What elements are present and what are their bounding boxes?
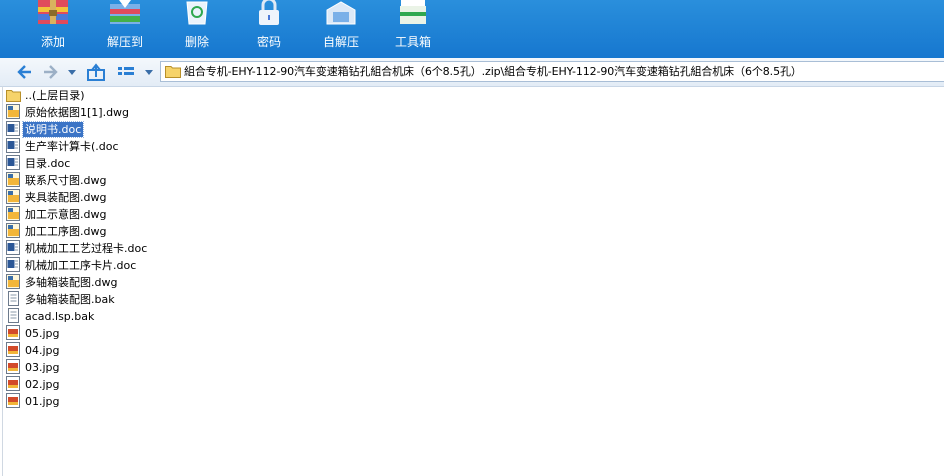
self-extract-icon	[326, 1, 356, 25]
doc-file-icon	[6, 155, 20, 170]
file-name: 目录.doc	[25, 157, 71, 170]
file-name: 02.jpg	[25, 378, 60, 391]
file-name: 多轴箱装配图.bak	[25, 293, 115, 306]
file-name: 01.jpg	[25, 395, 60, 408]
path-field[interactable]: 組合专机-EHY-112-90汽车变速箱钻孔組合机床（6个8.5孔）.zip\組…	[160, 61, 944, 82]
toolbox-icon	[400, 0, 426, 24]
file-name: 联系尺寸图.dwg	[25, 174, 107, 187]
file-name: 04.jpg	[25, 344, 60, 357]
toolbox-button[interactable]: 工具箱	[377, 0, 449, 58]
jpg-file-icon	[6, 393, 20, 408]
dwg-file-icon	[6, 223, 20, 238]
file-name: 生产率计算卡(.doc	[25, 140, 119, 153]
toolbox-button-label: 工具箱	[394, 35, 431, 49]
jpg-file-icon	[6, 342, 20, 357]
folder-icon	[165, 66, 181, 78]
view-dropdown-icon[interactable]	[143, 62, 155, 82]
file-name: 05.jpg	[25, 327, 60, 340]
password-button[interactable]: 密码	[233, 0, 305, 58]
file-name: 03.jpg	[25, 361, 60, 374]
file-name: ..(上层目录)	[25, 89, 85, 102]
history-dropdown-icon[interactable]	[66, 62, 78, 82]
file-list: ..(上层目录) 原始依据图1[1].dwg 说明书.doc 生产率计算卡(.doc 目…	[0, 86, 944, 476]
jpg-file-icon	[6, 325, 20, 340]
file-name: 夹具装配图.dwg	[25, 191, 107, 204]
dwg-file-icon	[6, 172, 20, 187]
path-text: 組合专机-EHY-112-90汽车变速箱钻孔組合机床（6个8.5孔）.zip\組…	[184, 65, 802, 78]
forward-arrow-icon[interactable]	[41, 62, 59, 82]
dwg-file-icon	[6, 274, 20, 289]
address-bar: 組合专机-EHY-112-90汽车变速箱钻孔組合机床（6个8.5孔）.zip\組…	[0, 58, 944, 87]
bak-file-icon	[8, 308, 19, 323]
file-name: 多轴箱装配图.dwg	[25, 276, 118, 289]
back-arrow-icon[interactable]	[16, 62, 34, 82]
file-name: 机械加工工艺过程卡.doc	[25, 242, 148, 255]
self-extract-button[interactable]: 自解压	[305, 0, 377, 58]
up-folder-icon[interactable]	[86, 62, 106, 82]
doc-file-icon	[6, 257, 20, 272]
dwg-file-icon	[6, 206, 20, 221]
view-mode-icon[interactable]	[116, 62, 136, 82]
file-name: 加工工序图.dwg	[25, 225, 107, 238]
bak-file-icon	[8, 291, 19, 306]
file-name: 机械加工工序卡片.doc	[25, 259, 137, 272]
self-extract-button-label: 自解压	[322, 35, 359, 49]
file-name: 加工示意图.dwg	[25, 208, 107, 221]
dwg-file-icon	[6, 189, 20, 204]
add-button[interactable]: 添加	[17, 0, 89, 58]
file-name: 原始依据图1[1].dwg	[25, 106, 130, 119]
file-name: acad.lsp.bak	[25, 310, 95, 323]
doc-file-icon	[6, 138, 20, 153]
parent-folder-icon	[6, 90, 21, 102]
extract-button[interactable]: 解压到	[89, 0, 161, 58]
extract-icon	[110, 0, 140, 24]
jpg-file-icon	[6, 359, 20, 374]
doc-file-icon	[6, 240, 20, 255]
dwg-file-icon	[6, 104, 20, 119]
password-button-label: 密码	[256, 35, 281, 49]
jpg-file-icon	[6, 376, 20, 391]
delete-button-label: 删除	[184, 35, 209, 49]
recycle-bin-icon	[186, 1, 208, 25]
add-button-label: 添加	[40, 35, 65, 49]
lock-icon	[259, 0, 279, 25]
main-toolbar: 添加 解压到 删除 密码 自解压 工具箱	[0, 0, 944, 58]
delete-button[interactable]: 删除	[161, 0, 233, 58]
add-archive-icon	[38, 0, 68, 24]
doc-file-icon	[6, 121, 20, 136]
file-name: 说明书.doc	[21, 121, 85, 138]
extract-button-label: 解压到	[106, 35, 143, 49]
